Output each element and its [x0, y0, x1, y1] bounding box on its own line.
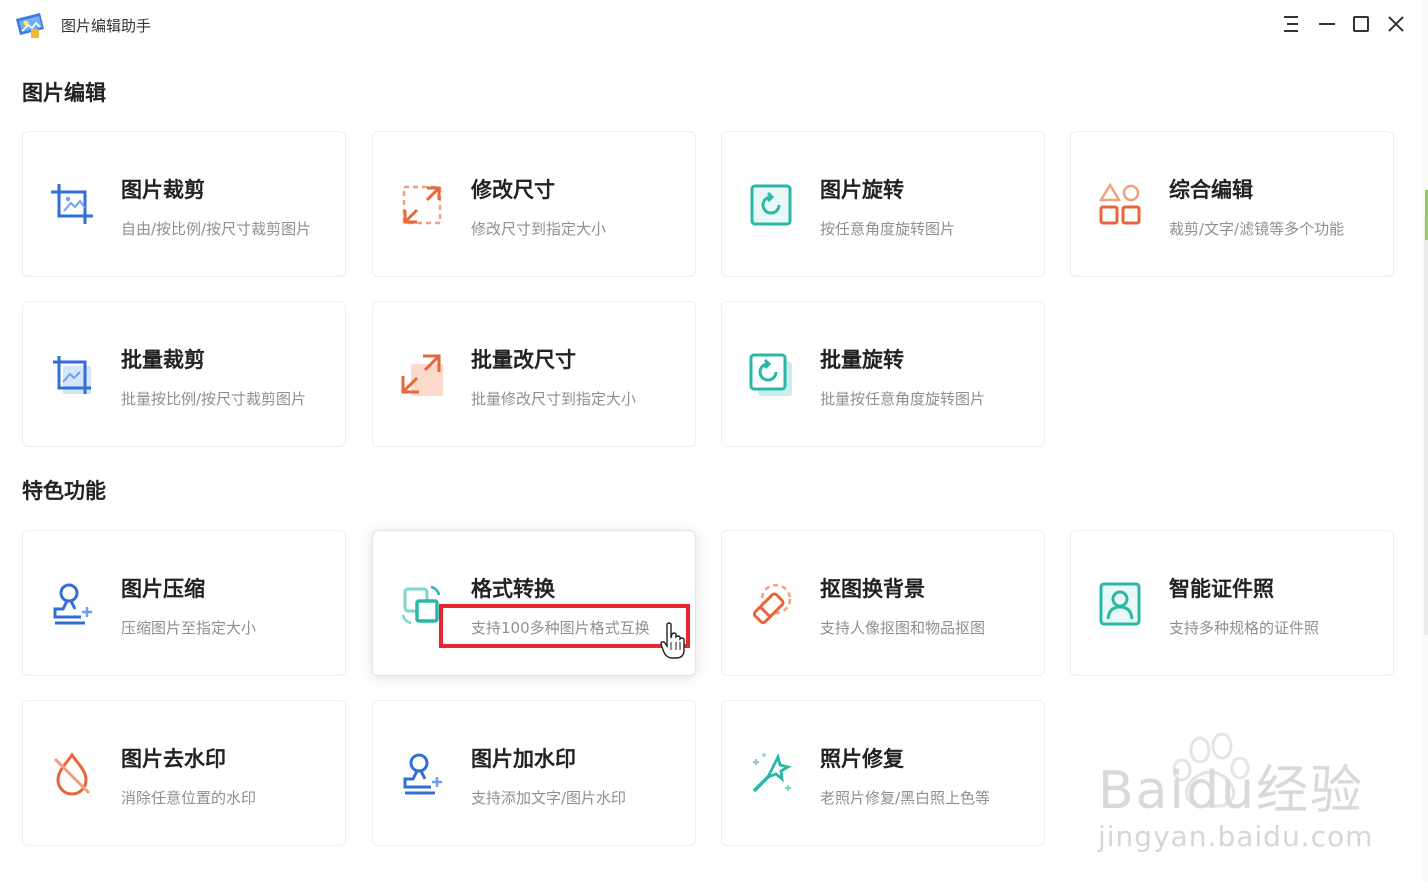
card-title: 图片压缩 — [121, 577, 205, 601]
card-title: 抠图换背景 — [820, 577, 925, 601]
batch-resize-icon — [401, 354, 443, 396]
card-cutout[interactable]: 抠图换背景 支持人像抠图和物品抠图 — [721, 530, 1045, 676]
card-title: 图片旋转 — [820, 178, 904, 202]
card-batch-crop[interactable]: 批量裁剪 批量按比例/按尺寸裁剪图片 — [22, 301, 346, 447]
magic-wand-icon — [752, 752, 792, 793]
batch-rotate-icon — [749, 353, 792, 396]
compress-icon — [53, 583, 92, 625]
annotation-highlight-box — [439, 604, 690, 648]
card-description: 自由/按比例/按尺寸裁剪图片 — [121, 220, 312, 238]
remove-watermark-icon — [53, 752, 91, 796]
rotate-icon — [750, 184, 792, 226]
card-id-photo[interactable]: 智能证件照 支持多种规格的证件照 — [1070, 530, 1394, 676]
watermark-url: jingyan.baidu.com — [1098, 820, 1374, 853]
card-title: 智能证件照 — [1169, 577, 1274, 601]
card-description: 支持添加文字/图片水印 — [471, 789, 627, 807]
card-remove-watermark[interactable]: 图片去水印 消除任意位置的水印 — [22, 700, 346, 846]
card-description: 批量按比例/按尺寸裁剪图片 — [121, 390, 307, 408]
close-icon — [1388, 16, 1404, 32]
card-description: 支持多种规格的证件照 — [1169, 619, 1320, 637]
card-batch-resize[interactable]: 批量改尺寸 批量修改尺寸到指定大小 — [372, 301, 696, 447]
card-title: 修改尺寸 — [471, 178, 555, 202]
card-description: 按任意角度旋转图片 — [820, 220, 956, 238]
card-description: 批量修改尺寸到指定大小 — [471, 390, 637, 408]
card-repair[interactable]: 照片修复 老照片修复/黑白照上色等 — [721, 700, 1045, 846]
section-title-featured: 特色功能 — [22, 479, 106, 503]
id-photo-icon — [1099, 582, 1141, 626]
card-compress[interactable]: 图片压缩 压缩图片至指定大小 — [22, 530, 346, 676]
watermark-brand: Baidu经验 — [1098, 761, 1364, 821]
crop-icon — [51, 184, 93, 224]
scrollbar-thumb[interactable] — [1424, 215, 1428, 635]
maximize-button[interactable] — [1349, 12, 1373, 36]
maximize-icon — [1353, 16, 1369, 32]
card-edit[interactable]: 综合编辑 裁剪/文字/滤镜等多个功能 — [1070, 131, 1394, 277]
title-bar: 图片编辑助手 — [0, 0, 1428, 50]
card-convert[interactable]: 格式转换 支持100多种图片格式互换 — [372, 530, 696, 676]
card-title: 格式转换 — [471, 577, 555, 601]
shapes-icon — [1098, 182, 1141, 225]
card-title: 图片去水印 — [121, 747, 226, 771]
card-title: 批量裁剪 — [121, 348, 205, 372]
eraser-icon — [752, 583, 792, 625]
card-title: 综合编辑 — [1169, 178, 1253, 202]
card-description: 批量按任意角度旋转图片 — [820, 390, 986, 408]
card-description: 裁剪/文字/滤镜等多个功能 — [1169, 220, 1345, 238]
card-title: 照片修复 — [820, 747, 904, 771]
close-button[interactable] — [1384, 12, 1408, 36]
card-title: 图片加水印 — [471, 747, 576, 771]
card-resize[interactable]: 修改尺寸 修改尺寸到指定大小 — [372, 131, 696, 277]
card-add-watermark[interactable]: 图片加水印 支持添加文字/图片水印 — [372, 700, 696, 846]
card-description: 修改尺寸到指定大小 — [471, 220, 607, 238]
section-title-editing: 图片编辑 — [22, 81, 106, 105]
card-title: 批量改尺寸 — [471, 348, 576, 372]
card-title: 批量旋转 — [820, 348, 904, 372]
app-logo-icon — [16, 13, 44, 38]
card-description: 老照片修复/黑白照上色等 — [820, 789, 991, 807]
hand-cursor-icon — [660, 622, 685, 659]
minimize-icon — [1319, 23, 1335, 25]
card-description: 压缩图片至指定大小 — [121, 619, 257, 637]
scrollbar-track[interactable] — [1422, 0, 1428, 882]
card-crop[interactable]: 图片裁剪 自由/按比例/按尺寸裁剪图片 — [22, 131, 346, 277]
minimize-button[interactable] — [1315, 12, 1339, 36]
card-rotate[interactable]: 图片旋转 按任意角度旋转图片 — [721, 131, 1045, 277]
card-title: 图片裁剪 — [121, 178, 205, 202]
add-watermark-icon — [403, 753, 442, 795]
app-title: 图片编辑助手 — [61, 17, 152, 35]
menu-button[interactable] — [1279, 12, 1303, 36]
card-batch-rotate[interactable]: 批量旋转 批量按任意角度旋转图片 — [721, 301, 1045, 447]
resize-icon — [402, 185, 442, 225]
batch-crop-icon — [53, 356, 91, 394]
menu-icon — [1284, 16, 1298, 32]
card-description: 支持人像抠图和物品抠图 — [820, 619, 986, 637]
card-description: 消除任意位置的水印 — [121, 789, 257, 807]
